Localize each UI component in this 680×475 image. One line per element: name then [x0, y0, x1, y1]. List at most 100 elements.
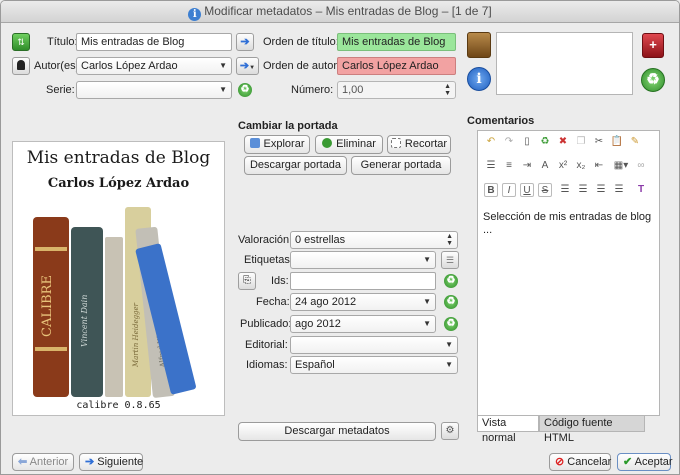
numbered-list-icon[interactable]: ≡ — [502, 159, 516, 173]
outdent-icon[interactable]: ⇤ — [592, 159, 606, 173]
clear-recycle-icon[interactable]: ♻ — [538, 135, 552, 149]
swap-title-author-icon[interactable]: ⇅ — [12, 33, 30, 51]
undo-icon[interactable]: ↶ — [484, 135, 498, 149]
align-center-icon[interactable]: ☰ — [576, 183, 590, 197]
comments-line-2: ... — [483, 224, 493, 236]
valoracion-label: Valoración: — [238, 234, 293, 246]
remove-cover-button[interactable]: Eliminar — [315, 135, 383, 154]
align-right-icon[interactable]: ☰ — [594, 183, 608, 197]
bold-icon[interactable]: B — [484, 183, 498, 197]
orden-titulo-label: Orden de título: — [263, 36, 339, 48]
italic-icon[interactable]: I — [502, 183, 516, 197]
etiquetas-label: Etiquetas: — [244, 254, 293, 266]
published-combo[interactable]: ago 2012 ▼ — [290, 315, 436, 333]
edit-tags-icon[interactable]: ☰ — [441, 251, 459, 269]
insert-link-icon[interactable]: ∞ — [634, 159, 648, 173]
book-format-icon[interactable] — [467, 32, 491, 58]
copy-icon[interactable]: ❐ — [574, 135, 588, 149]
comments-toolbar-row-2: ☰ ≡ ⇥ A x² x₂ ⇤ ▦▾ ∞ — [478, 159, 659, 179]
redo-icon[interactable]: ↷ — [502, 135, 516, 149]
remove-format-icon[interactable]: ✖ — [556, 135, 570, 149]
comments-toolbar-row-1: ↶ ↷ ▯ ♻ ✖ ❐ ✂ 📋 ✎ — [478, 135, 659, 155]
next-button[interactable]: ➔ Siguiente — [79, 453, 143, 471]
chevron-down-icon: ▼ — [219, 61, 227, 70]
spine-label-2: Vincent Dain — [80, 295, 89, 347]
cover-author: Carlos López Ardao — [47, 176, 190, 191]
cut-icon[interactable]: ✂ — [592, 135, 606, 149]
clear-ids-recycle-icon[interactable]: ♻ — [444, 274, 458, 288]
formats-list[interactable] — [496, 32, 633, 95]
crop-icon — [390, 138, 401, 148]
window-title: Modificar metadatos – Mis entradas de Bl… — [204, 4, 492, 18]
bullet-list-icon[interactable]: ☰ — [484, 159, 498, 173]
manage-authors-icon[interactable] — [12, 57, 30, 75]
publicado-label: Publicado: — [240, 318, 292, 330]
clear-published-recycle-icon[interactable]: ♻ — [444, 317, 458, 331]
rating-spinbox[interactable]: 0 estrellas ▲ ▼ — [290, 231, 458, 249]
spine-label-3: Martin Heidegger — [132, 302, 140, 368]
strikethrough-icon[interactable]: S — [538, 183, 552, 197]
series-combo[interactable]: ▼ — [76, 81, 232, 99]
remove-format-recycle-icon[interactable]: ♻ — [641, 68, 665, 92]
cancel-icon: ⊘ — [555, 456, 565, 468]
superscript-icon[interactable]: x² — [556, 159, 570, 173]
author-sort-input[interactable]: Carlos López Ardao — [337, 57, 456, 75]
window-titlebar[interactable]: i Modificar metadatos – Mis entradas de B… — [1, 1, 679, 23]
clear-date-recycle-icon[interactable]: ♻ — [444, 295, 458, 309]
configure-download-gear-icon[interactable]: ⚙ — [441, 422, 459, 440]
book-grey — [105, 237, 123, 397]
subscript-icon[interactable]: x₂ — [574, 159, 588, 173]
generate-cover-button[interactable]: Generar portada — [351, 156, 451, 175]
chevron-down-icon: ▼ — [423, 297, 431, 306]
indent-icon[interactable]: ⇥ — [520, 159, 534, 173]
date-combo[interactable]: 24 ago 2012 ▼ — [290, 293, 436, 311]
underline-icon[interactable]: U — [520, 183, 534, 197]
calibre-books-illustration: CALIBRE Vincent Dain Martin Heidegger Al… — [33, 207, 196, 398]
trim-cover-button[interactable]: Recortar — [387, 135, 451, 154]
text-color-icon[interactable]: T — [634, 183, 648, 197]
align-left-icon[interactable]: ☰ — [558, 183, 572, 197]
comments-editor[interactable]: ↶ ↷ ▯ ♻ ✖ ❐ ✂ 📋 ✎ ☰ ≡ ⇥ A x² x₂ ⇤ ▦▾ ∞ B… — [477, 130, 660, 416]
comments-section-title: Comentarios — [467, 115, 535, 127]
browse-cover-button[interactable]: Explorar — [244, 135, 310, 154]
info-icon[interactable]: i — [467, 67, 491, 91]
checkmark-icon: ✔ — [623, 456, 633, 468]
insert-image-icon[interactable]: ✎ — [628, 135, 642, 149]
chevron-down-icon: ▼ — [219, 85, 227, 94]
ids-input[interactable] — [290, 272, 436, 290]
title-input[interactable]: Mis entradas de Blog — [76, 33, 232, 51]
download-metadata-button[interactable]: Descargar metadatos — [238, 422, 436, 441]
comments-tabs: Vista normal Código fuente HTML — [477, 416, 660, 444]
series-index-spinbox[interactable]: 1,00 ▲ ▼ — [337, 81, 456, 99]
arrow-left-icon: ⬅ — [18, 456, 28, 468]
download-cover-button[interactable]: Descargar portada — [244, 156, 347, 175]
copy-author-sort-arrow-icon[interactable]: ➔▼ — [236, 57, 259, 75]
comments-text[interactable]: Selección de mis entradas de blog ... — [483, 211, 651, 237]
clear-series-recycle-icon[interactable]: ♻ — [238, 83, 252, 97]
paste-isbn-icon[interactable]: ⎘ — [238, 272, 256, 290]
fecha-label: Fecha: — [256, 296, 290, 308]
autores-label: Autor(es) — [34, 60, 80, 72]
accept-button[interactable]: ✔ Aceptar — [617, 453, 673, 471]
cover-footer: calibre 0.8.65 — [76, 400, 161, 411]
table-menu-icon[interactable]: ▦▾ — [612, 159, 630, 173]
rating-value: 0 estrellas — [295, 234, 346, 246]
copy-title-sort-arrow-icon[interactable]: ➔ — [236, 33, 254, 51]
add-format-icon[interactable]: + — [642, 33, 664, 58]
series-index-value: 1,00 — [342, 84, 364, 96]
align-justify-icon[interactable]: ☰ — [612, 183, 626, 197]
languages-combo[interactable]: Español ▼ — [290, 356, 458, 374]
editorial-label: Editorial: — [245, 339, 288, 351]
tags-combo[interactable]: ▼ — [290, 251, 436, 269]
tab-vista-normal[interactable]: Vista normal — [477, 416, 539, 444]
publisher-combo[interactable]: ▼ — [290, 336, 458, 354]
authors-combo[interactable]: Carlos López Ardao ▼ — [76, 57, 232, 75]
paste-icon[interactable]: 📋 — [610, 135, 624, 149]
previous-button[interactable]: ⬅ Anterior — [12, 453, 74, 471]
comments-toolbar-row-3: B I U S ☰ ☰ ☰ ☰ T — [478, 183, 659, 203]
select-all-icon[interactable]: ▯ — [520, 135, 534, 149]
tab-codigo-fuente-html[interactable]: Código fuente HTML — [539, 416, 645, 444]
font-size-icon[interactable]: A — [538, 159, 552, 173]
title-sort-input[interactable]: Mis entradas de Blog — [337, 33, 456, 51]
cancel-button[interactable]: ⊘ Cancelar — [549, 453, 611, 471]
